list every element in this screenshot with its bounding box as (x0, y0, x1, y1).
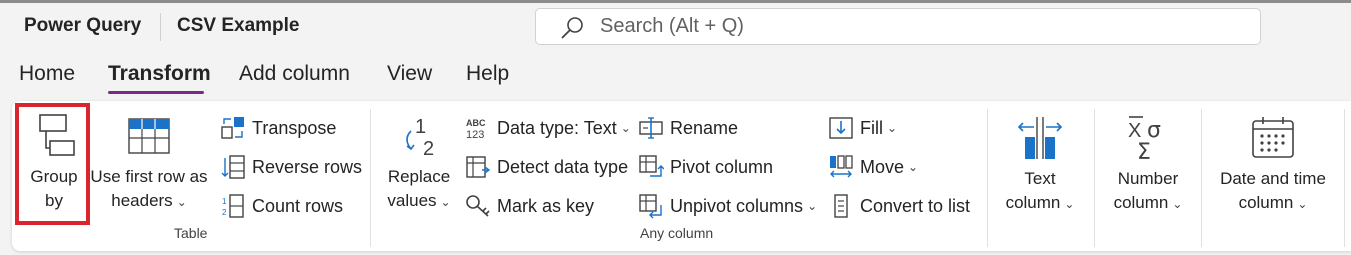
chevron-down-icon: ⌄ (887, 121, 898, 135)
detect-data-type-button[interactable]: Detect data type (465, 152, 628, 182)
rename-label: Rename (670, 117, 739, 138)
window-top-border (0, 0, 1351, 3)
count-rows-button[interactable]: 12 Count rows (220, 191, 343, 221)
count-rows-icon: 12 (220, 193, 246, 219)
statistics-icon: X σ Σ (1128, 116, 1161, 161)
move-dropdown[interactable]: Move ⌄ (828, 152, 918, 182)
detect-data-type-label: Detect data type (497, 156, 629, 177)
fill-dropdown[interactable]: Fill ⌄ (828, 113, 897, 143)
transpose-icon (220, 115, 246, 141)
title-divider (160, 13, 161, 41)
any-column-group-label: Any column (640, 225, 714, 241)
svg-text:2: 2 (423, 138, 434, 159)
svg-text:Σ: Σ (1137, 140, 1151, 161)
rename-button[interactable]: Rename (638, 113, 738, 143)
mark-as-key-label: Mark as key (497, 195, 595, 216)
key-icon (465, 193, 491, 219)
text-column-button[interactable]: Text column ⌄ (997, 115, 1083, 216)
reverse-rows-button[interactable]: Reverse rows (220, 152, 362, 182)
number-column-label-1: Number (1117, 169, 1179, 188)
data-type-dropdown[interactable]: ABC 123 Data type: Text ⌄ (465, 113, 631, 143)
group-divider (1094, 109, 1095, 247)
abc-123-icon: ABC 123 (465, 115, 491, 141)
replace-values-icon: 1 2 (406, 116, 434, 159)
chevron-down-icon: ⌄ (1297, 197, 1308, 211)
rename-icon (638, 115, 664, 141)
move-icon (828, 154, 854, 180)
tab-add-column[interactable]: Add column (239, 62, 350, 86)
count-rows-label: Count rows (252, 195, 344, 216)
svg-text:2: 2 (222, 208, 227, 217)
svg-text:1: 1 (415, 116, 426, 138)
app-title: Power Query (24, 15, 142, 36)
tab-view[interactable]: View (387, 62, 432, 86)
svg-text:ABC: ABC (466, 118, 486, 128)
document-title[interactable]: CSV Example (177, 15, 300, 37)
group-divider (370, 109, 371, 247)
first-row-label-1: Use first row as (90, 167, 208, 186)
date-time-column-label-2: column (1238, 193, 1294, 212)
chevron-down-icon: ⌄ (440, 195, 451, 209)
group-divider (1201, 109, 1202, 247)
number-column-button[interactable]: X σ Σ Number column ⌄ (1104, 115, 1192, 216)
first-row-label-2: headers (111, 191, 173, 210)
tab-help[interactable]: Help (466, 62, 509, 86)
search-icon (561, 17, 583, 39)
reverse-rows-icon (220, 154, 246, 180)
detect-data-type-icon (465, 154, 491, 180)
text-column-label-1: Text (1024, 169, 1056, 188)
tab-transform[interactable]: Transform (108, 62, 211, 86)
group-by-highlight-box (15, 103, 90, 225)
pivot-column-button[interactable]: Pivot column (638, 152, 773, 182)
pivot-column-icon (638, 154, 664, 180)
search-box[interactable] (535, 8, 1261, 45)
text-column-label-2: column (1005, 193, 1061, 212)
chevron-down-icon: ⌄ (620, 121, 631, 135)
move-label: Move (860, 156, 905, 177)
title-bar: Power Query CSV Example (0, 0, 1351, 52)
active-tab-indicator (108, 91, 204, 94)
group-divider (987, 109, 988, 247)
group-divider (1344, 109, 1345, 247)
pivot-column-label: Pivot column (670, 156, 774, 177)
svg-text:1: 1 (222, 197, 227, 206)
fill-label: Fill (860, 117, 883, 138)
chevron-down-icon: ⌄ (1172, 197, 1183, 211)
use-first-row-headers-button[interactable]: Use first row as headers ⌄ (88, 113, 210, 214)
convert-to-list-label: Convert to list (860, 195, 971, 216)
table-group-label: Table (174, 225, 208, 241)
data-type-label: Data type: Text (497, 117, 617, 138)
chevron-down-icon: ⌄ (1064, 197, 1075, 211)
fill-down-icon (828, 115, 854, 141)
table-headers-icon (128, 118, 170, 154)
unpivot-columns-label: Unpivot columns (670, 195, 804, 216)
chevron-down-icon: ⌄ (176, 195, 187, 209)
unpivot-columns-icon (638, 193, 664, 219)
replace-values-label-2: values (387, 191, 437, 210)
calendar-icon (1252, 117, 1294, 158)
convert-to-list-button[interactable]: Convert to list (828, 191, 970, 221)
reverse-rows-label: Reverse rows (252, 156, 363, 177)
text-column-icon (1017, 117, 1063, 159)
date-time-column-button[interactable]: Date and time column ⌄ (1211, 115, 1335, 216)
search-input[interactable] (600, 9, 1200, 44)
convert-to-list-icon (828, 193, 854, 219)
ribbon-panel: Group by Use first row as headers ⌄ Trans… (12, 101, 1351, 251)
number-column-label-2: column (1113, 193, 1169, 212)
transpose-button[interactable]: Transpose (220, 113, 336, 143)
replace-values-label-1: Replace (387, 167, 451, 186)
date-time-column-label-1: Date and time (1220, 169, 1326, 188)
replace-values-button[interactable]: 1 2 Replace values ⌄ (380, 113, 458, 214)
mark-as-key-button[interactable]: Mark as key (465, 191, 594, 221)
transpose-label: Transpose (252, 117, 337, 138)
unpivot-columns-dropdown[interactable]: Unpivot columns ⌄ (638, 191, 817, 221)
chevron-down-icon: ⌄ (807, 199, 818, 213)
svg-text:123: 123 (466, 129, 484, 141)
svg-text:X: X (1128, 120, 1141, 142)
tab-home[interactable]: Home (19, 62, 75, 86)
chevron-down-icon: ⌄ (908, 160, 919, 174)
